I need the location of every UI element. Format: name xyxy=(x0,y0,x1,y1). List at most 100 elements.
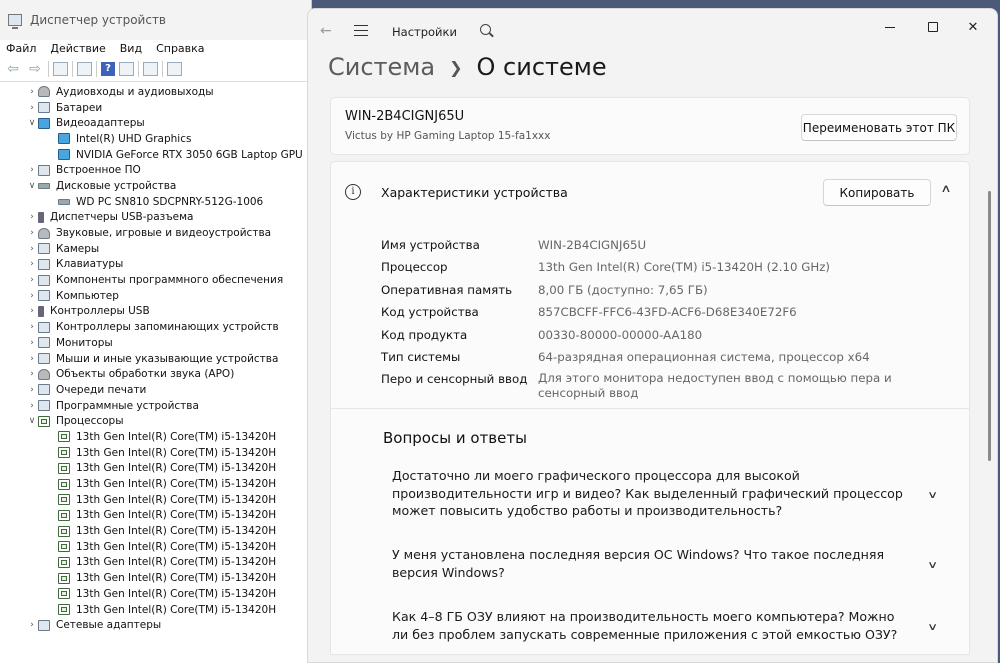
tree-category-item[interactable]: › Контроллеры запоминающих устройств xyxy=(0,319,312,335)
faq-item[interactable]: Достаточно ли моего графического процесс… xyxy=(392,467,952,520)
scan-hardware-monitor-icon[interactable] xyxy=(167,61,182,76)
mouse-icon xyxy=(38,353,50,365)
chevron-right-icon[interactable]: › xyxy=(26,228,38,238)
tree-device-item[interactable]: 13th Gen Intel(R) Core(TM) i5-13420H xyxy=(0,555,312,571)
tree-category-item[interactable]: › Мониторы xyxy=(0,335,312,351)
cpu-icon xyxy=(38,415,50,427)
scrollbar[interactable] xyxy=(988,191,991,461)
chevron-right-icon[interactable]: › xyxy=(26,291,38,301)
tree-category-item[interactable]: › Сетевые адаптеры xyxy=(0,617,312,633)
chevron-right-icon[interactable]: › xyxy=(26,87,38,97)
chevron-right-icon[interactable]: › xyxy=(26,385,38,395)
device-specs-header[interactable]: i Характеристики устройства Копировать ∧ xyxy=(331,162,969,222)
hamburger-menu-icon[interactable] xyxy=(354,25,368,36)
tree-category-item[interactable]: › Объекты обработки звука (APO) xyxy=(0,366,312,382)
tree-item-label: Очереди печати xyxy=(56,383,147,396)
back-arrow-icon[interactable]: ⇦ xyxy=(4,60,22,78)
chevron-right-icon[interactable]: › xyxy=(26,165,38,175)
chevron-right-icon[interactable]: › xyxy=(26,275,38,285)
tree-category-item[interactable]: › Батареи xyxy=(0,100,312,116)
sound-icon xyxy=(38,227,50,239)
chevron-down-icon[interactable]: ∨ xyxy=(26,118,38,128)
tree-category-item[interactable]: › Диспетчеры USB-разъема xyxy=(0,210,312,226)
tree-category-item[interactable]: › Компоненты программного обеспечения xyxy=(0,272,312,288)
camera-icon xyxy=(38,243,50,255)
tree-category-item[interactable]: › Программные устройства xyxy=(0,398,312,414)
tree-category-item[interactable]: › Камеры xyxy=(0,241,312,257)
chevron-right-icon[interactable]: › xyxy=(26,103,38,113)
faq-item[interactable]: Как 4–8 ГБ ОЗУ влияют на производительно… xyxy=(392,608,952,643)
tree-device-item[interactable]: 13th Gen Intel(R) Core(TM) i5-13420H xyxy=(0,539,312,555)
tree-device-item[interactable]: 13th Gen Intel(R) Core(TM) i5-13420H xyxy=(0,476,312,492)
properties-icon[interactable] xyxy=(53,61,68,76)
list-view-icon[interactable] xyxy=(77,61,92,76)
chevron-right-icon[interactable]: › xyxy=(26,369,38,379)
minimize-icon[interactable] xyxy=(880,17,900,37)
chevron-down-icon[interactable]: ∨ xyxy=(927,490,938,501)
chevron-down-icon[interactable]: ∨ xyxy=(927,560,938,571)
driver-details-icon[interactable] xyxy=(119,61,134,76)
tree-device-item[interactable]: 13th Gen Intel(R) Core(TM) i5-13420H xyxy=(0,602,312,618)
tree-item-label: Процессоры xyxy=(56,415,124,428)
tree-category-item[interactable]: › Мыши и иные указывающие устройства xyxy=(0,351,312,367)
close-icon[interactable]: ✕ xyxy=(963,17,983,37)
chevron-right-icon[interactable]: › xyxy=(26,306,38,316)
tree-category-item[interactable]: › Очереди печати xyxy=(0,382,312,398)
help-icon[interactable]: ? xyxy=(101,61,115,76)
chevron-up-icon[interactable]: ∧ xyxy=(940,182,951,195)
chevron-down-icon[interactable]: ∨ xyxy=(26,416,38,426)
chevron-right-icon[interactable]: › xyxy=(26,354,38,364)
tree-category-item[interactable]: ∨ Видеоадаптеры xyxy=(0,115,312,131)
tree-device-item[interactable]: 13th Gen Intel(R) Core(TM) i5-13420H xyxy=(0,492,312,508)
chevron-right-icon[interactable]: › xyxy=(26,259,38,269)
tree-device-item[interactable]: 13th Gen Intel(R) Core(TM) i5-13420H xyxy=(0,523,312,539)
copy-button[interactable]: Копировать xyxy=(823,179,931,206)
back-arrow-icon[interactable]: ← xyxy=(320,23,332,39)
tree-item-label: Intel(R) UHD Graphics xyxy=(76,132,192,145)
tree-category-item[interactable]: › Клавиатуры xyxy=(0,257,312,273)
forward-arrow-icon[interactable]: ⇨ xyxy=(26,60,44,78)
tree-category-item[interactable]: › Аудиовходы и аудиовыходы xyxy=(0,84,312,100)
faq-item[interactable]: У меня установлена последняя версия ОС W… xyxy=(392,546,952,581)
tree-device-item[interactable]: 13th Gen Intel(R) Core(TM) i5-13420H xyxy=(0,508,312,524)
tree-category-item[interactable]: ∨ Дисковые устройства xyxy=(0,178,312,194)
chevron-right-icon[interactable]: › xyxy=(26,620,38,630)
tree-category-item[interactable]: › Контроллеры USB xyxy=(0,304,312,320)
tree-category-item[interactable]: › Компьютер xyxy=(0,288,312,304)
menu-help[interactable]: Справка xyxy=(156,42,204,55)
chevron-right-icon[interactable]: › xyxy=(26,401,38,411)
tree-item-label: 13th Gen Intel(R) Core(TM) i5-13420H xyxy=(76,446,277,459)
tree-device-item[interactable]: NVIDIA GeForce RTX 3050 6GB Laptop GPU xyxy=(0,147,312,163)
chevron-right-icon[interactable]: › xyxy=(26,244,38,254)
tree-category-item[interactable]: › Звуковые, игровые и видеоустройства xyxy=(0,225,312,241)
maximize-icon[interactable] xyxy=(923,17,943,37)
chevron-right-icon[interactable]: › xyxy=(26,338,38,348)
rename-pc-button[interactable]: Переименовать этот ПК xyxy=(801,114,957,141)
spec-row: Оперативная память 8,00 ГБ (доступно: 7,6… xyxy=(381,279,961,301)
menu-action[interactable]: Действие xyxy=(50,42,105,55)
menu-file[interactable]: Файл xyxy=(6,42,36,55)
tree-item-label: 13th Gen Intel(R) Core(TM) i5-13420H xyxy=(76,603,277,616)
breadcrumb-system[interactable]: Система xyxy=(328,53,435,81)
tree-device-item[interactable]: 13th Gen Intel(R) Core(TM) i5-13420H xyxy=(0,570,312,586)
tree-category-item[interactable]: › Встроенное ПО xyxy=(0,162,312,178)
tree-item-label: NVIDIA GeForce RTX 3050 6GB Laptop GPU xyxy=(76,148,303,161)
tree-item-label: 13th Gen Intel(R) Core(TM) i5-13420H xyxy=(76,540,277,553)
menu-view[interactable]: Вид xyxy=(120,42,142,55)
spec-row: Перо и сенсорный ввод Для этого монитора … xyxy=(381,368,961,401)
tree-device-item[interactable]: WD PC SN810 SDCPNRY-512G-1006 xyxy=(0,194,312,210)
search-icon[interactable] xyxy=(480,24,491,35)
chevron-right-icon[interactable]: › xyxy=(26,322,38,332)
tree-device-item[interactable]: Intel(R) UHD Graphics xyxy=(0,131,312,147)
update-driver-icon[interactable] xyxy=(143,61,158,76)
tree-device-item[interactable]: 13th Gen Intel(R) Core(TM) i5-13420H xyxy=(0,429,312,445)
tree-device-item[interactable]: 13th Gen Intel(R) Core(TM) i5-13420H xyxy=(0,445,312,461)
chevron-down-icon[interactable]: ∨ xyxy=(26,181,38,191)
toolbar-separator xyxy=(162,60,163,77)
tree-category-item[interactable]: ∨ Процессоры xyxy=(0,413,312,429)
chevron-down-icon[interactable]: ∨ xyxy=(927,622,938,633)
tree-device-item[interactable]: 13th Gen Intel(R) Core(TM) i5-13420H xyxy=(0,461,312,477)
printer-icon xyxy=(38,384,50,396)
tree-device-item[interactable]: 13th Gen Intel(R) Core(TM) i5-13420H xyxy=(0,586,312,602)
chevron-right-icon[interactable]: › xyxy=(26,212,38,222)
